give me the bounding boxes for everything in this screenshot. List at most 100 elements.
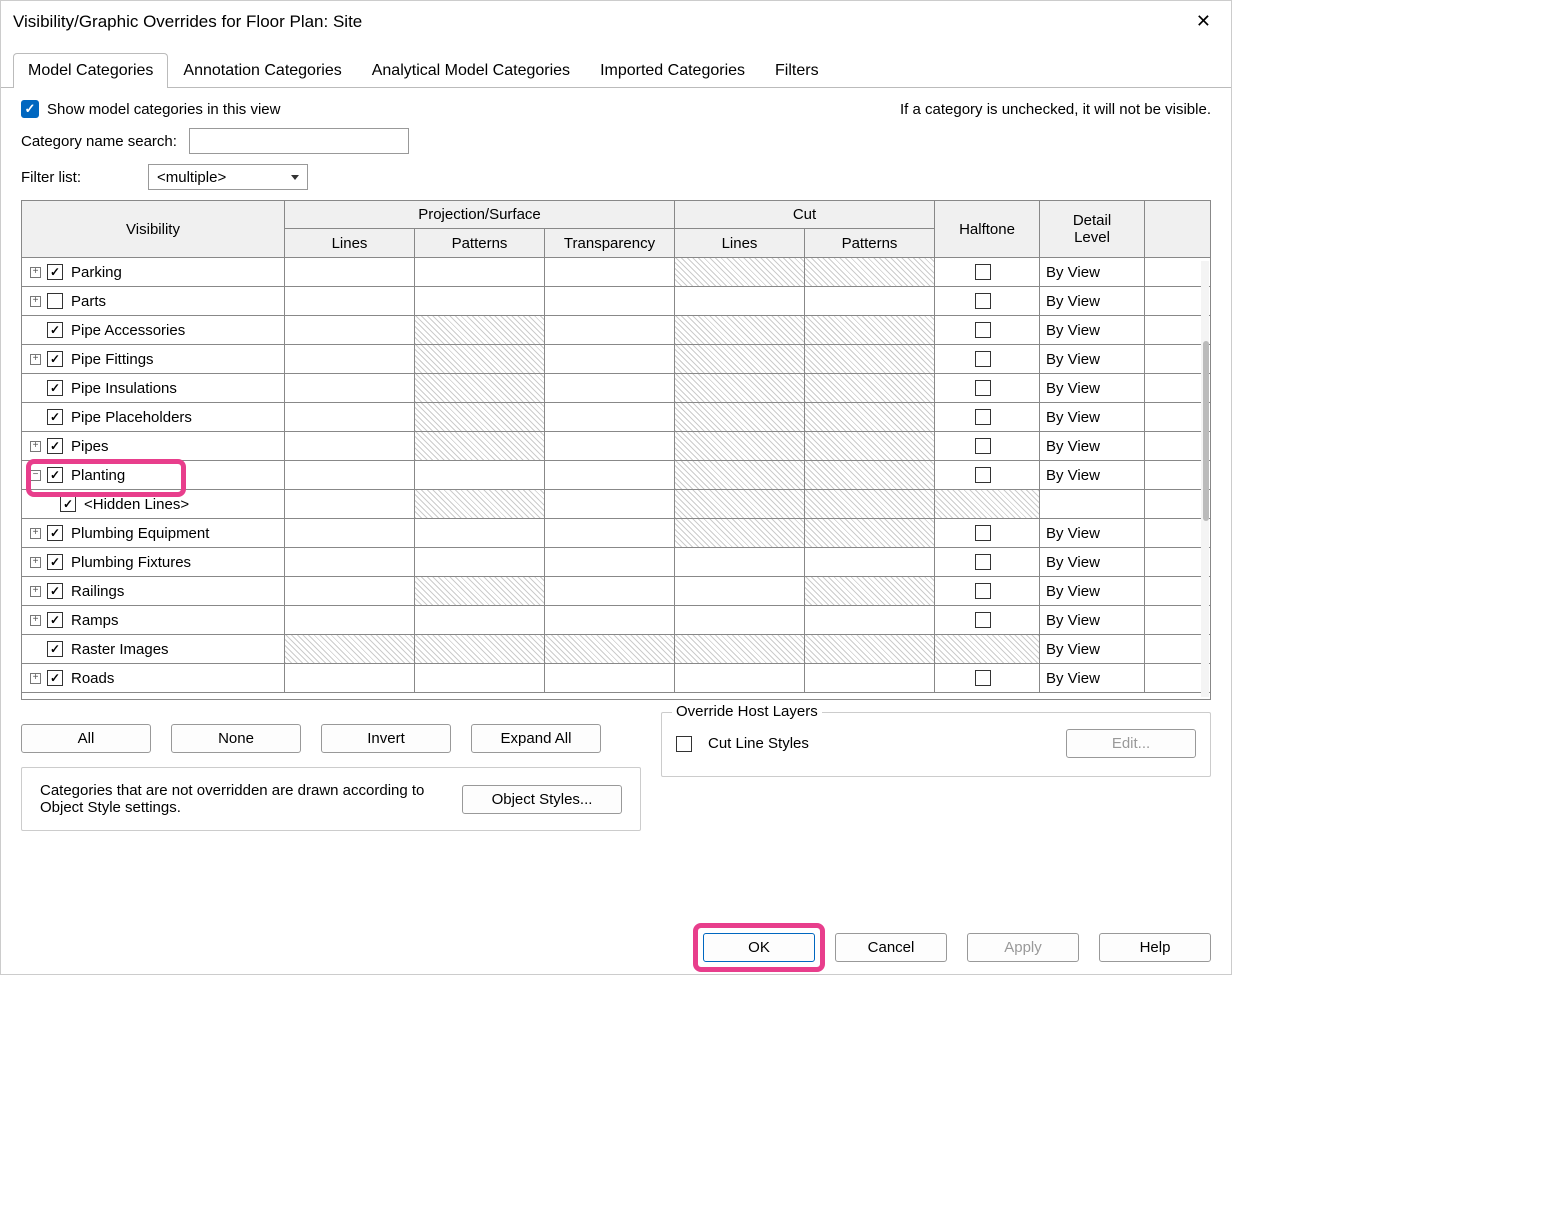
cell-proj-lines[interactable]: [285, 519, 415, 547]
cell-proj-patterns[interactable]: [415, 490, 545, 518]
table-row[interactable]: Pipe PlaceholdersBy View: [22, 403, 1210, 432]
cell-halftone[interactable]: [935, 316, 1040, 344]
cell-detail-level[interactable]: By View: [1040, 606, 1145, 634]
row-checkbox[interactable]: [47, 264, 63, 280]
cell-cut-lines[interactable]: [675, 374, 805, 402]
cell-cut-lines[interactable]: [675, 490, 805, 518]
cell-proj-transparency[interactable]: [545, 461, 675, 489]
cell-cut-patterns[interactable]: [805, 577, 935, 605]
expand-icon[interactable]: +: [30, 615, 41, 626]
table-row[interactable]: +PipesBy View: [22, 432, 1210, 461]
cell-halftone[interactable]: [935, 519, 1040, 547]
cell-detail-level[interactable]: By View: [1040, 287, 1145, 315]
cell-proj-transparency[interactable]: [545, 403, 675, 431]
none-button[interactable]: None: [171, 724, 301, 753]
cell-detail-level[interactable]: By View: [1040, 432, 1145, 460]
invert-button[interactable]: Invert: [321, 724, 451, 753]
halftone-checkbox[interactable]: [975, 293, 991, 309]
cell-proj-lines[interactable]: [285, 635, 415, 663]
expand-icon[interactable]: +: [30, 673, 41, 684]
halftone-checkbox[interactable]: [975, 525, 991, 541]
cell-cut-patterns[interactable]: [805, 548, 935, 576]
cell-cut-patterns[interactable]: [805, 316, 935, 344]
collapse-icon[interactable]: −: [30, 470, 41, 481]
cell-proj-lines[interactable]: [285, 490, 415, 518]
cell-halftone[interactable]: [935, 287, 1040, 315]
cell-proj-lines[interactable]: [285, 403, 415, 431]
row-checkbox[interactable]: [47, 641, 63, 657]
cell-cut-lines[interactable]: [675, 606, 805, 634]
cell-cut-lines[interactable]: [675, 461, 805, 489]
halftone-checkbox[interactable]: [975, 467, 991, 483]
tab-model-categories[interactable]: Model Categories: [13, 53, 168, 88]
expand-icon[interactable]: +: [30, 296, 41, 307]
expand-icon[interactable]: +: [30, 441, 41, 452]
expand-icon[interactable]: +: [30, 354, 41, 365]
row-checkbox[interactable]: [47, 670, 63, 686]
halftone-checkbox[interactable]: [975, 583, 991, 599]
cell-proj-transparency[interactable]: [545, 287, 675, 315]
cell-detail-level[interactable]: By View: [1040, 664, 1145, 692]
table-row[interactable]: Raster ImagesBy View: [22, 635, 1210, 664]
cell-cut-patterns[interactable]: [805, 258, 935, 286]
cell-cut-lines[interactable]: [675, 258, 805, 286]
cell-cut-lines[interactable]: [675, 403, 805, 431]
expand-icon[interactable]: +: [30, 267, 41, 278]
cell-detail-level[interactable]: By View: [1040, 345, 1145, 373]
cell-proj-patterns[interactable]: [415, 519, 545, 547]
cell-proj-patterns[interactable]: [415, 635, 545, 663]
row-checkbox[interactable]: [47, 409, 63, 425]
cell-cut-patterns[interactable]: [805, 606, 935, 634]
cell-cut-lines[interactable]: [675, 287, 805, 315]
cell-proj-transparency[interactable]: [545, 345, 675, 373]
halftone-checkbox[interactable]: [975, 351, 991, 367]
cell-proj-lines[interactable]: [285, 577, 415, 605]
expand-icon[interactable]: +: [30, 586, 41, 597]
halftone-checkbox[interactable]: [975, 380, 991, 396]
cell-proj-lines[interactable]: [285, 258, 415, 286]
category-search-input[interactable]: [189, 128, 409, 154]
cell-halftone[interactable]: [935, 374, 1040, 402]
row-checkbox[interactable]: [47, 351, 63, 367]
row-checkbox[interactable]: [47, 525, 63, 541]
all-button[interactable]: All: [21, 724, 151, 753]
cell-halftone[interactable]: [935, 432, 1040, 460]
cell-proj-lines[interactable]: [285, 316, 415, 344]
cell-proj-patterns[interactable]: [415, 374, 545, 402]
cell-cut-patterns[interactable]: [805, 461, 935, 489]
cell-proj-transparency[interactable]: [545, 374, 675, 402]
close-icon[interactable]: ✕: [1188, 7, 1219, 36]
tab-filters[interactable]: Filters: [760, 53, 834, 88]
cell-cut-lines[interactable]: [675, 548, 805, 576]
cell-proj-patterns[interactable]: [415, 432, 545, 460]
cell-proj-lines[interactable]: [285, 664, 415, 692]
cell-proj-transparency[interactable]: [545, 519, 675, 547]
cell-detail-level[interactable]: By View: [1040, 403, 1145, 431]
cell-cut-lines[interactable]: [675, 432, 805, 460]
cell-proj-patterns[interactable]: [415, 403, 545, 431]
row-checkbox[interactable]: [47, 380, 63, 396]
table-row[interactable]: +RailingsBy View: [22, 577, 1210, 606]
ok-button[interactable]: OK: [703, 933, 815, 962]
expand-icon[interactable]: +: [30, 557, 41, 568]
cell-proj-transparency[interactable]: [545, 258, 675, 286]
row-checkbox[interactable]: [47, 467, 63, 483]
table-row[interactable]: Pipe InsulationsBy View: [22, 374, 1210, 403]
cell-proj-lines[interactable]: [285, 461, 415, 489]
cell-cut-patterns[interactable]: [805, 403, 935, 431]
cell-cut-patterns[interactable]: [805, 432, 935, 460]
table-row[interactable]: +Pipe FittingsBy View: [22, 345, 1210, 374]
table-row[interactable]: +Plumbing FixturesBy View: [22, 548, 1210, 577]
halftone-checkbox[interactable]: [975, 409, 991, 425]
cell-halftone[interactable]: [935, 403, 1040, 431]
tab-analytical-model-categories[interactable]: Analytical Model Categories: [357, 53, 585, 88]
show-categories-checkbox[interactable]: [21, 100, 39, 118]
row-checkbox[interactable]: [47, 554, 63, 570]
cell-halftone[interactable]: [935, 664, 1040, 692]
cell-proj-transparency[interactable]: [545, 664, 675, 692]
table-row[interactable]: +PartsBy View: [22, 287, 1210, 316]
table-body[interactable]: +ParkingBy View+PartsBy ViewPipe Accesso…: [22, 258, 1210, 696]
table-row[interactable]: −PlantingBy View: [22, 461, 1210, 490]
cell-proj-transparency[interactable]: [545, 606, 675, 634]
cell-proj-transparency[interactable]: [545, 548, 675, 576]
